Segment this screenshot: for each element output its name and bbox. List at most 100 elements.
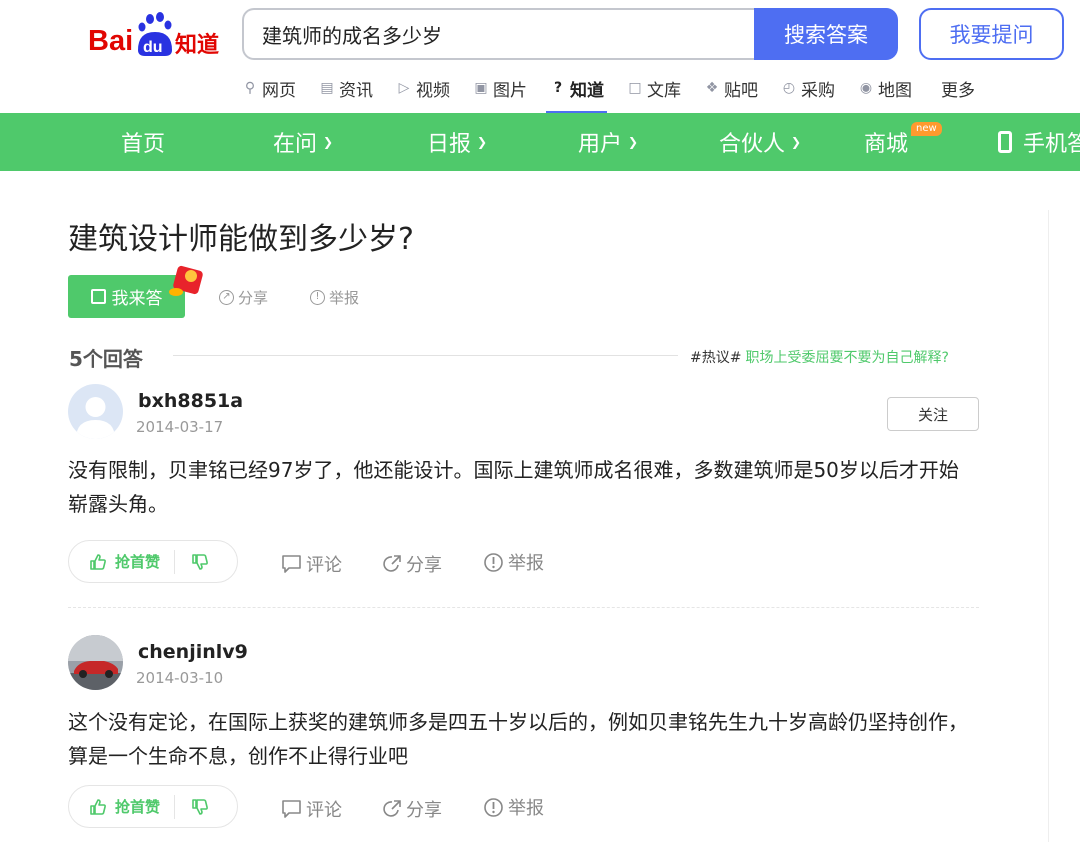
report-label: 举报 <box>508 553 544 574</box>
avatar[interactable] <box>68 635 123 690</box>
divider <box>173 355 678 356</box>
new-badge: new <box>911 122 942 136</box>
channel-map[interactable]: ◉ 地图 <box>857 74 912 102</box>
share-button[interactable]: 分享 <box>382 551 442 577</box>
answer-username[interactable]: chenjinlv9 <box>138 641 248 663</box>
like-button[interactable]: 抢首赞 <box>69 794 176 819</box>
search-button[interactable]: 搜索答案 <box>754 8 898 60</box>
question-icon: ? <box>553 80 563 96</box>
avatar[interactable] <box>68 384 123 439</box>
channel-tieba[interactable]: ❖ 贴吧 <box>703 74 758 102</box>
answer-date: 2014-03-17 <box>136 418 224 436</box>
search-input[interactable] <box>262 22 737 46</box>
thumbs-up-icon <box>90 798 106 815</box>
channel-label: 更多 <box>941 80 975 101</box>
channel-image[interactable]: ▣ 图片 <box>472 74 527 102</box>
channel-video[interactable]: ▷ 视频 <box>395 74 450 102</box>
channel-zhidao[interactable]: ? 知道 <box>546 74 607 114</box>
baidu-zhidao-logo[interactable]: Bai du 知道 <box>88 10 224 60</box>
question-title: 建筑设计师能做到多少岁? <box>68 222 414 257</box>
video-icon: ▷ <box>398 80 410 96</box>
ask-question-button[interactable]: 我要提问 <box>919 8 1064 60</box>
share-icon <box>383 800 401 817</box>
like-button[interactable]: 抢首赞 <box>69 549 176 574</box>
chevron-down-icon: ❯ <box>791 135 802 149</box>
share-label: 分享 <box>406 555 442 576</box>
share-label: 分享 <box>406 800 442 821</box>
thumbs-down-icon <box>192 553 208 570</box>
nav-label: 在问 <box>273 132 318 157</box>
answer-content: 没有限制，贝聿铭已经97岁了，他还能设计。国际上建筑师成名很难，多数建筑师是50… <box>68 458 959 516</box>
dislike-button[interactable] <box>175 798 209 816</box>
share-button[interactable]: 分享 <box>382 796 442 822</box>
hot-topic-link[interactable]: 职场上受委屈要不要为自己解释? <box>745 350 948 366</box>
answer-count: 5个回答 <box>69 347 143 371</box>
answer-date: 2014-03-10 <box>136 669 224 687</box>
channel-more[interactable]: 更多 <box>941 74 975 102</box>
channel-label: 文库 <box>647 80 681 101</box>
nav-partners[interactable]: 合伙人 ❯ <box>719 113 801 171</box>
vote-box: 抢首赞 <box>68 540 238 583</box>
hot-tag: #热议# <box>690 350 742 366</box>
channel-label: 图片 <box>493 80 527 101</box>
comment-button[interactable]: 评论 <box>281 796 342 822</box>
like-label: 抢首赞 <box>115 798 161 816</box>
answer-username[interactable]: bxh8851a <box>138 390 243 412</box>
nav-mobile[interactable]: 手机答 <box>998 113 1080 171</box>
search-box[interactable] <box>242 8 755 60</box>
nav-home[interactable]: 首页 <box>121 113 165 171</box>
nav-label: 用户 <box>578 132 623 157</box>
nav-mall[interactable]: 商城 new <box>864 113 942 171</box>
chevron-down-icon: ❯ <box>323 135 334 149</box>
channel-news[interactable]: ▤ 资讯 <box>318 74 373 102</box>
svg-text:du: du <box>143 39 163 56</box>
follow-button[interactable]: 关注 <box>887 397 979 431</box>
comment-icon <box>282 555 301 573</box>
channel-purchase[interactable]: ◴ 采购 <box>780 74 835 102</box>
report-label: 举报 <box>508 798 544 819</box>
nav-users[interactable]: 用户 ❯ <box>578 113 638 171</box>
question-share-button[interactable]: ↗ 分享 <box>219 287 268 308</box>
chevron-down-icon: ❯ <box>477 135 488 149</box>
main-nav: 首页 在问 ❯ 日报 ❯ 用户 ❯ 合伙人 ❯ 商城 new 手机答 <box>0 113 1080 171</box>
column-divider <box>1048 210 1049 842</box>
share-icon <box>383 555 401 572</box>
dislike-button[interactable] <box>175 553 209 571</box>
answer-divider <box>68 607 979 608</box>
comment-icon <box>282 800 301 818</box>
channel-tabs: ⚲ 网页 ▤ 资讯 ▷ 视频 ▣ 图片 ? 知道 □ 文库 ❖ 贴吧 ◴ 采购 ◉ 地图 更多 <box>241 74 997 114</box>
nav-label: 商城 <box>864 132 909 157</box>
channel-web[interactable]: ⚲ 网页 <box>241 74 296 102</box>
channel-label: 资讯 <box>339 80 373 101</box>
red-packet-icon[interactable] <box>167 262 207 300</box>
comment-button[interactable]: 评论 <box>281 551 342 577</box>
report-icon <box>484 797 503 817</box>
channel-label: 采购 <box>801 80 835 101</box>
nav-daily[interactable]: 日报 ❯ <box>427 113 487 171</box>
report-icon: ! <box>310 290 325 305</box>
report-button[interactable]: 举报 <box>483 549 544 575</box>
hot-topic[interactable]: #热议# 职场上受委屈要不要为自己解释? <box>690 347 949 367</box>
search-icon: ⚲ <box>244 80 256 96</box>
doc-icon: □ <box>628 80 642 96</box>
channel-label: 地图 <box>878 80 912 101</box>
image-icon: ▣ <box>474 80 488 96</box>
nav-label: 首页 <box>121 132 166 157</box>
channel-label: 贴吧 <box>724 80 758 101</box>
channel-wenku[interactable]: □ 文库 <box>626 74 681 102</box>
question-report-button[interactable]: ! 举报 <box>310 287 359 308</box>
share-icon: ↗ <box>219 290 234 305</box>
report-icon <box>484 552 503 572</box>
vote-box: 抢首赞 <box>68 785 238 828</box>
nav-label: 合伙人 <box>719 132 786 157</box>
answer-content: 这个没有定论，在国际上获奖的建筑师多是四五十岁以后的，例如贝聿铭先生九十岁高龄仍… <box>68 710 968 768</box>
news-icon: ▤ <box>320 80 334 96</box>
nav-asking[interactable]: 在问 ❯ <box>273 113 333 171</box>
nav-label: 手机答 <box>1023 132 1080 157</box>
nav-label: 日报 <box>427 132 472 157</box>
chevron-down-icon: ❯ <box>628 135 639 149</box>
like-label: 抢首赞 <box>115 553 161 571</box>
report-button[interactable]: 举报 <box>483 794 544 820</box>
phone-icon <box>998 131 1012 153</box>
channel-label: 知道 <box>570 80 604 101</box>
